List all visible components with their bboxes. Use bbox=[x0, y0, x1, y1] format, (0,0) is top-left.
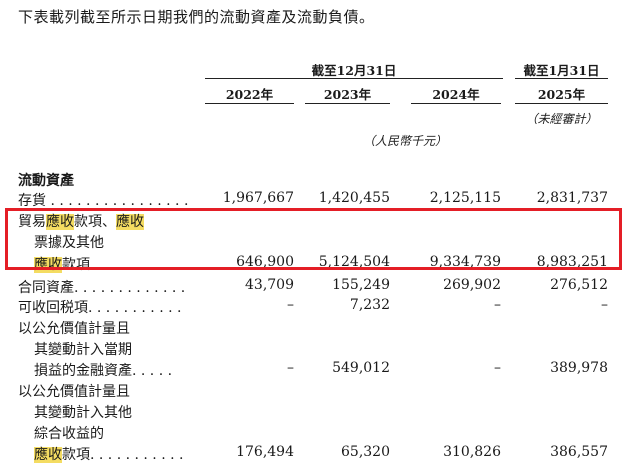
cell-tax-recoverable-2022: – bbox=[287, 297, 294, 313]
year-underline-2024 bbox=[411, 103, 501, 104]
row-label-fvoci-line2: 其變動計入其他 bbox=[34, 405, 132, 421]
section-title-current-assets: 流動資產 bbox=[18, 173, 74, 189]
cell-fvtpl-2025: 389,978 bbox=[550, 360, 608, 376]
year-2022: 2022年 bbox=[225, 87, 274, 102]
currency-note: （人民幣千元） bbox=[362, 134, 447, 148]
year-2024: 2024年 bbox=[432, 87, 480, 102]
cell-contract-assets-2022: 43,709 bbox=[245, 277, 294, 293]
cell-fvoci-2023: 65,320 bbox=[341, 444, 390, 460]
row-label-fvoci-line1: 以公允價值計量且 bbox=[18, 384, 130, 400]
row-label-contract-assets: 合同資產. . . . . . . . . . . . . bbox=[18, 280, 186, 296]
cell-tax-recoverable-2025: – bbox=[601, 297, 608, 313]
cell-inventory-2024: 2,125,115 bbox=[429, 190, 501, 206]
year-underline-2025 bbox=[515, 103, 608, 104]
row-label-tax-recoverable: 可收回税項. . . . . . . . . . . bbox=[18, 300, 182, 316]
unaudited-note: （未經審計） bbox=[525, 112, 598, 126]
cell-tax-recoverable-2023: 7,232 bbox=[349, 297, 390, 313]
row-label-inventory: 存貨 . . . . . . . . . . . . . . . . bbox=[18, 193, 189, 209]
row-label-fvoci-line4: 應收款項. . . . . . . . . . . bbox=[34, 447, 184, 463]
cell-fvoci-2025: 386,557 bbox=[550, 444, 608, 460]
row-label-fvoci-line3: 綜合收益的 bbox=[34, 426, 104, 442]
cell-inventory-2025: 2,831,737 bbox=[536, 190, 608, 206]
header-underline-jan31 bbox=[515, 78, 608, 79]
header-group-dec31: 截至12月31日 bbox=[311, 63, 397, 78]
year-underline-2023 bbox=[305, 103, 390, 104]
cell-contract-assets-2023: 155,249 bbox=[332, 277, 390, 293]
year-2025: 2025年 bbox=[537, 87, 586, 102]
highlight-receivable-4: 應收 bbox=[34, 447, 62, 463]
cell-fvoci-2024: 310,826 bbox=[443, 444, 501, 460]
header-group-jan31: 截至1月31日 bbox=[523, 63, 600, 78]
year-underline-2022 bbox=[205, 103, 294, 104]
cell-inventory-2022: 1,967,667 bbox=[222, 190, 294, 206]
cell-contract-assets-2024: 269,902 bbox=[443, 277, 501, 293]
cell-inventory-2023: 1,420,455 bbox=[318, 190, 390, 206]
cell-fvtpl-2024: – bbox=[494, 360, 501, 376]
row-label-fvtpl-line3: 損益的金融資產. . . . . bbox=[34, 363, 173, 379]
cell-fvtpl-2022: – bbox=[287, 360, 294, 376]
cell-fvoci-2022: 176,494 bbox=[236, 444, 294, 460]
annotation-red-box bbox=[5, 208, 622, 270]
row-label-fvtpl-line2: 其變動計入當期 bbox=[34, 342, 132, 358]
cell-fvtpl-2023: 549,012 bbox=[332, 360, 390, 376]
cell-tax-recoverable-2024: – bbox=[494, 297, 501, 313]
header-underline-dec31 bbox=[205, 78, 503, 79]
cell-contract-assets-2025: 276,512 bbox=[550, 277, 608, 293]
year-2023: 2023年 bbox=[323, 87, 372, 102]
row-label-fvtpl-line1: 以公允價值計量且 bbox=[18, 321, 130, 337]
intro-sentence: 下表載列截至所示日期我們的流動資產及流動負債。 bbox=[18, 8, 375, 26]
